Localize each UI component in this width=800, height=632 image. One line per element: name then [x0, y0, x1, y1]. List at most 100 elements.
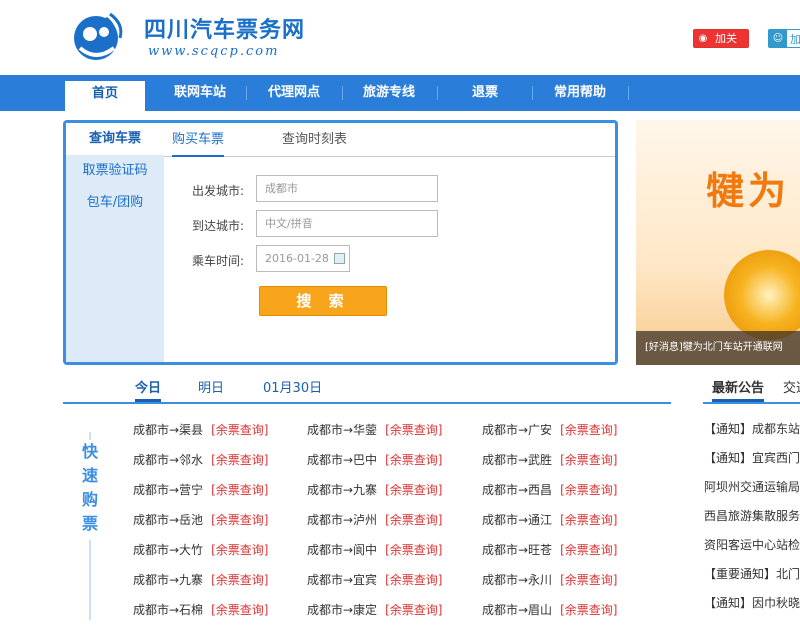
route-item: 成都市→旺苍 [余票查询] [482, 541, 617, 558]
tab-date[interactable]: 01月30日 [263, 375, 322, 402]
nav-item-help[interactable]: 常用帮助 [540, 75, 620, 111]
ticket-query-link[interactable]: [余票查询] [385, 423, 442, 437]
route-name-link[interactable]: 成都市→武胜 [482, 453, 552, 467]
route-name-link[interactable]: 成都市→西昌 [482, 483, 552, 497]
ticket-query-link[interactable]: [余票查询] [385, 573, 442, 587]
banner-caption[interactable]: [好消息]犍为北门车站开通联网 [636, 331, 800, 365]
route-name-link[interactable]: 成都市→巴中 [307, 453, 377, 467]
ticket-query-link[interactable]: [余票查询] [385, 513, 442, 527]
ticket-query-link[interactable]: [余票查询] [560, 543, 617, 557]
nav-divider [437, 86, 438, 100]
route-name-link[interactable]: 成都市→宜宾 [307, 573, 377, 587]
travel-date-value: 2016-01-28 [265, 252, 329, 265]
route-item: 成都市→九寨 [余票查询] [307, 481, 442, 498]
ticket-query-link[interactable]: [余票查询] [560, 603, 617, 617]
route-name-link[interactable]: 成都市→九寨 [133, 573, 203, 587]
ticket-query-link[interactable]: [余票查询] [560, 513, 617, 527]
weibo-follow-label: 加关注 [712, 30, 748, 62]
notice-item[interactable]: 西昌旅游集散服务 [704, 507, 800, 524]
route-name-link[interactable]: 成都市→石棉 [133, 603, 203, 617]
route-item: 成都市→渠县 [余票查询] [133, 421, 268, 438]
ticket-query-link[interactable]: [余票查询] [385, 543, 442, 557]
route-item: 成都市→通江 [余票查询] [482, 511, 617, 528]
main-nav: 首页 联网车站 代理网点 旅游专线 退票 常用帮助 [0, 75, 800, 111]
qq-add-label: 加 [790, 32, 800, 46]
route-name-link[interactable]: 成都市→眉山 [482, 603, 552, 617]
ticket-query-link[interactable]: [余票查询] [211, 453, 268, 467]
route-name-link[interactable]: 成都市→泸州 [307, 513, 377, 527]
ticket-query-link[interactable]: [余票查询] [560, 483, 617, 497]
quick-buy-label: 快速购票 [81, 442, 98, 533]
nav-item-refund[interactable]: 退票 [445, 75, 525, 111]
nav-item-stations[interactable]: 联网车站 [160, 75, 240, 111]
notice-item[interactable]: 【通知】因巾秋晓 [704, 594, 800, 611]
route-name-link[interactable]: 成都市→广安 [482, 423, 552, 437]
route-item: 成都市→西昌 [余票查询] [482, 481, 617, 498]
quick-day-tabs: 今日 明日 01月30日 [63, 375, 671, 404]
promo-banner[interactable]: 犍为 [好消息]犍为北门车站开通联网 [636, 120, 800, 365]
nav-item-tourism[interactable]: 旅游专线 [349, 75, 429, 111]
ticket-query-link[interactable]: [余票查询] [211, 573, 268, 587]
notice-item[interactable]: 【通知】成都东站 [704, 420, 800, 437]
ticket-query-link[interactable]: [余票查询] [211, 423, 268, 437]
ticket-query-link[interactable]: [余票查询] [560, 423, 617, 437]
route-item: 成都市→宜宾 [余票查询] [307, 571, 442, 588]
tab-query-ticket[interactable]: 查询车票 [66, 123, 164, 155]
ticket-query-link[interactable]: [余票查询] [211, 513, 268, 527]
qq-add-button[interactable]: ☺ 加 [768, 29, 800, 48]
tab-latest-notice[interactable]: 最新公告 [712, 375, 765, 402]
ticket-query-link[interactable]: [余票查询] [385, 453, 442, 467]
ticket-query-link[interactable]: [余票查询] [560, 573, 617, 587]
nav-item-home[interactable]: 首页 [65, 81, 145, 111]
notice-item[interactable]: 【通知】宜宾西门 [704, 449, 800, 466]
ticket-query-link[interactable]: [余票查询] [385, 483, 442, 497]
route-name-link[interactable]: 成都市→华蓥 [307, 423, 377, 437]
tab-charter-group[interactable]: 包车/团购 [66, 187, 164, 219]
route-name-link[interactable]: 成都市→九寨 [307, 483, 377, 497]
search-button[interactable]: 搜 索 [259, 286, 387, 316]
weibo-follow-button[interactable]: ◉ 加关注 [693, 29, 749, 62]
notice-item[interactable]: 资阳客运中心站检 [704, 536, 800, 553]
route-name-link[interactable]: 成都市→营宁 [133, 483, 203, 497]
route-item: 成都市→巴中 [余票查询] [307, 451, 442, 468]
tab-traffic[interactable]: 交通 [783, 375, 800, 402]
nav-divider [628, 86, 629, 100]
route-name-link[interactable]: 成都市→旺苍 [482, 543, 552, 557]
notice-item[interactable]: 阿坝州交通运输局 [704, 478, 800, 495]
route-name-link[interactable]: 成都市→大竹 [133, 543, 203, 557]
tab-today[interactable]: 今日 [135, 375, 162, 402]
route-name-link[interactable]: 成都市→渠县 [133, 423, 203, 437]
ticket-query-link[interactable]: [余票查询] [560, 453, 617, 467]
notice-item[interactable]: 【重要通知】北门 [704, 565, 800, 582]
site-url: www.scqcp.com [148, 44, 280, 59]
nav-item-agents[interactable]: 代理网点 [254, 75, 334, 111]
to-city-input[interactable]: 中文/拼音 [256, 210, 438, 237]
nav-divider [342, 86, 343, 100]
ticket-query-link[interactable]: [余票查询] [211, 483, 268, 497]
calendar-icon[interactable] [334, 253, 345, 264]
route-item: 成都市→眉山 [余票查询] [482, 601, 617, 618]
route-name-link[interactable]: 成都市→邻水 [133, 453, 203, 467]
route-name-link[interactable]: 成都市→阆中 [307, 543, 377, 557]
route-name-link[interactable]: 成都市→通江 [482, 513, 552, 527]
search-sub-tabs: 购买车票 查询时刻表 [164, 123, 615, 157]
ticket-query-link[interactable]: [余票查询] [211, 543, 268, 557]
tab-tomorrow[interactable]: 明日 [198, 375, 224, 402]
route-name-link[interactable]: 成都市→康定 [307, 603, 377, 617]
tab-buy-ticket[interactable]: 购买车票 [172, 123, 225, 157]
route-name-link[interactable]: 成都市→永川 [482, 573, 552, 587]
ticket-query-link[interactable]: [余票查询] [211, 603, 268, 617]
ticket-query-link[interactable]: [余票查询] [385, 603, 442, 617]
site-header: 四川汽车票务网 www.scqcp.com ◉ 加关注 ☺ 加 [0, 0, 800, 75]
tab-timetable[interactable]: 查询时刻表 [282, 123, 347, 157]
from-city-input[interactable]: 成都市 [256, 175, 438, 202]
route-item: 成都市→永川 [余票查询] [482, 571, 617, 588]
travel-date-input[interactable]: 2016-01-28 [256, 245, 350, 272]
site-name[interactable]: 四川汽车票务网 [144, 12, 305, 44]
route-name-link[interactable]: 成都市→岳池 [133, 513, 203, 527]
route-item: 成都市→岳池 [余票查询] [133, 511, 268, 528]
tab-pickup-code[interactable]: 取票验证码 [66, 155, 164, 187]
site-logo-icon[interactable] [70, 8, 126, 64]
notice-tabs: 最新公告 交通 [703, 375, 800, 404]
quick-line-top [89, 432, 91, 440]
